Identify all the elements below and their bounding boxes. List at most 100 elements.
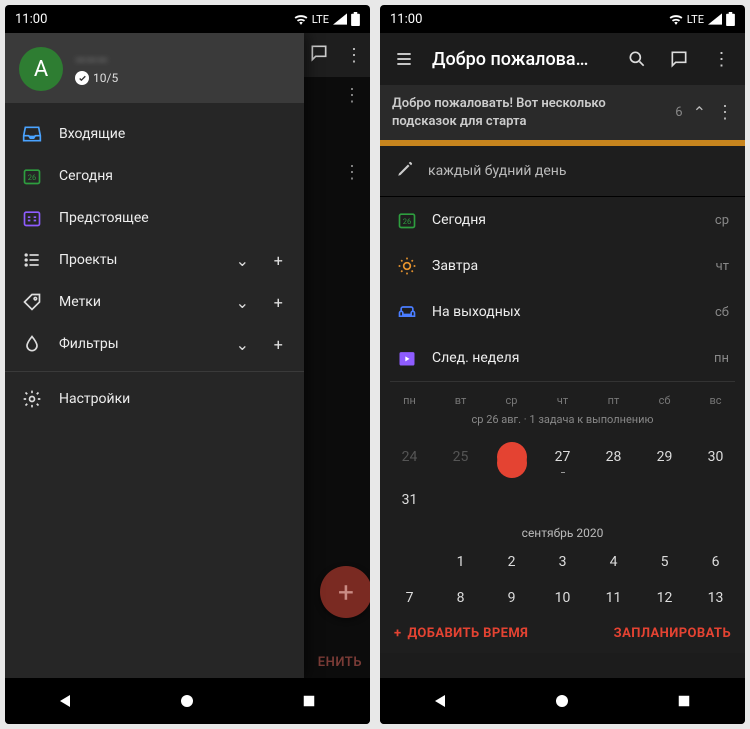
status-time: 11:00 [390,12,422,27]
schedule-input-row[interactable]: каждый будний день [380,146,745,197]
cal-day[interactable]: 13 [690,580,741,616]
quick-date-today[interactable]: 26 Сегодня ср [380,197,745,243]
menu-item-filters[interactable]: Фильтры ⌄ + [5,323,304,365]
cal-day[interactable]: 25 [435,439,486,475]
overflow-icon[interactable]: ⋮ [345,45,362,66]
avatar: A [19,47,63,91]
cal-day[interactable]: 30 [690,439,741,475]
status-icons: LTE [294,12,360,26]
cal-day[interactable]: 11 [588,580,639,616]
calendar-month-label: сентябрь 2020 [384,518,741,544]
plus-icon: + [394,626,401,641]
cal-day[interactable]: 31 [384,482,435,518]
comment-icon[interactable] [309,43,329,67]
list-icon [21,249,43,271]
calendar-week-row: 7 8 9 10 11 12 13 [384,580,741,616]
today-icon: 26 [21,165,43,187]
today-icon: 26 [396,209,418,231]
quick-date-label: След. неделя [432,350,700,366]
cal-dow: вс [690,388,741,411]
cal-dow: пн [384,388,435,411]
nav-drawer: A ——— 10/5 Входящие 26 Сегодня [5,33,304,678]
svg-text:26: 26 [403,217,411,226]
cal-dow: вт [435,388,486,411]
cal-day-selected[interactable]: 26 [486,432,537,482]
schedule-input-text: каждый будний день [428,163,566,179]
menu-list: Входящие 26 Сегодня Предстоящее Проекты … [5,103,304,424]
cal-dow: сб [639,388,690,411]
add-icon[interactable]: + [268,293,288,312]
status-time: 11:00 [15,12,47,27]
menu-item-today[interactable]: 26 Сегодня [5,155,304,197]
comment-icon[interactable] [661,41,697,77]
cancel-button-peek: ЕНИТЬ [318,655,362,670]
fab-add-task[interactable]: + [320,566,370,618]
drop-icon [21,333,43,355]
menu-item-upcoming[interactable]: Предстоящее [5,197,304,239]
cal-day[interactable]: 27 [537,439,588,475]
tag-icon [21,291,43,313]
upcoming-icon [21,207,43,229]
add-icon[interactable]: + [268,251,288,270]
pencil-icon [396,160,414,182]
cal-dow: чт [537,388,588,411]
nav-back-icon[interactable] [432,692,450,710]
calendar-dow-row: пн вт ср чт пт сб вс ср 26 авг. · 1 зада… [384,388,741,432]
menu-label: Метки [59,294,216,310]
quick-date-tomorrow[interactable]: Завтра чт [380,243,745,289]
status-lte: LTE [312,13,329,26]
menu-item-projects[interactable]: Проекты ⌄ + [5,239,304,281]
menu-label: Фильтры [59,336,216,352]
quick-date-nextweek[interactable]: След. неделя пн [380,335,745,381]
cal-day[interactable]: 3 [537,544,588,580]
quick-date-label: Сегодня [432,212,701,228]
menu-label: Сегодня [59,168,288,184]
nav-home-icon[interactable] [553,692,571,710]
menu-item-settings[interactable]: Настройки [5,378,304,420]
cal-day[interactable]: 9 [486,580,537,616]
nav-recent-icon[interactable] [300,692,318,710]
hamburger-icon[interactable] [386,41,422,77]
nav-back-icon[interactable] [57,692,75,710]
cal-day[interactable]: 4 [588,544,639,580]
add-icon[interactable]: + [268,335,288,354]
section-header[interactable]: Добро пожаловать! Вот несколько подсказо… [380,85,745,140]
cal-day[interactable]: 29 [639,439,690,475]
cal-day[interactable]: 6 [690,544,741,580]
profile-header[interactable]: A ——— 10/5 [5,33,304,103]
sun-icon [396,255,418,277]
cal-day[interactable]: 12 [639,580,690,616]
cal-day[interactable]: 28 [588,439,639,475]
status-icons: LTE [669,12,735,26]
cal-day[interactable]: 2 [486,544,537,580]
karma-row: 10/5 [75,71,118,85]
quick-date-label: Завтра [432,258,702,274]
status-bar: 11:00 LTE [5,5,370,33]
menu-item-labels[interactable]: Метки ⌄ + [5,281,304,323]
right-screen: Добро пожалова… ⋮ Добро пожаловать! Вот … [380,33,745,678]
menu-item-inbox[interactable]: Входящие [5,113,304,155]
nav-home-icon[interactable] [178,692,196,710]
chevron-down-icon[interactable]: ⌄ [232,293,252,312]
cal-day[interactable]: 24 [384,439,435,475]
overflow-icon[interactable]: ⋮ [716,102,733,123]
chevron-up-icon[interactable]: ⌃ [693,103,706,122]
add-time-button[interactable]: + ДОБАВИТЬ ВРЕМЯ [394,626,528,641]
search-icon[interactable] [619,41,655,77]
cal-day[interactable]: 10 [537,580,588,616]
cal-day[interactable]: 8 [435,580,486,616]
quick-date-weekend[interactable]: На выходных сб [380,289,745,335]
schedule-button[interactable]: ЗАПЛАНИРОВАТЬ [614,626,731,641]
menu-label: Предстоящее [59,210,288,226]
calendar-week-row: 31 [384,482,741,518]
cal-day[interactable]: 7 [384,580,435,616]
cal-day[interactable]: 5 [639,544,690,580]
profile-name: ——— [75,53,118,69]
scheduler-panel: каждый будний день 26 Сегодня ср Завтра … [380,146,745,653]
phone-right: 11:00 LTE Добро пожалова… ⋮ Добро пожало… [380,5,745,724]
cal-day[interactable]: 1 [435,544,486,580]
overflow-icon[interactable]: ⋮ [703,41,739,77]
chevron-down-icon[interactable]: ⌄ [232,335,252,354]
chevron-down-icon[interactable]: ⌄ [232,251,252,270]
nav-recent-icon[interactable] [675,692,693,710]
